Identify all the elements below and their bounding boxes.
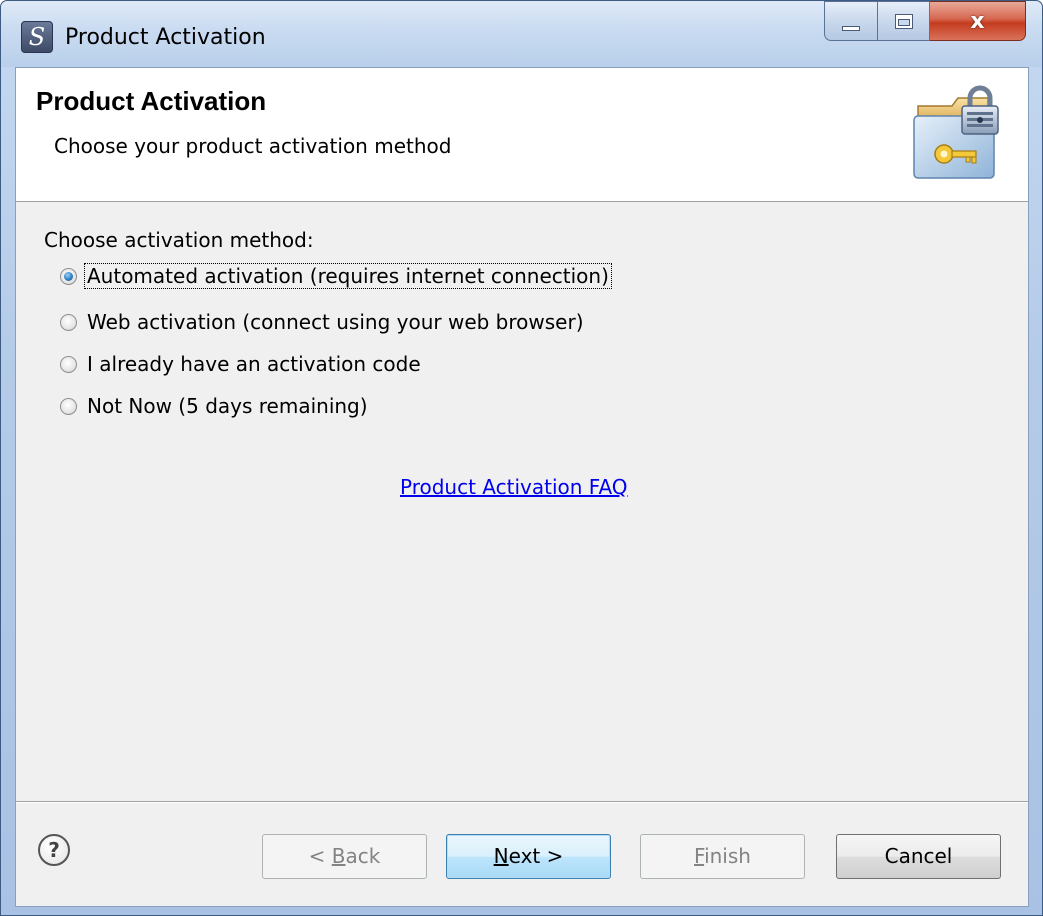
app-icon: S bbox=[21, 21, 53, 53]
locked-folder-key-icon bbox=[913, 85, 999, 179]
radio-label: Automated activation (requires internet … bbox=[84, 263, 612, 289]
dialog-client-area: Product Activation Choose your product a… bbox=[15, 67, 1029, 907]
page-title: Product Activation bbox=[36, 86, 267, 116]
back-label-rest: ack bbox=[345, 844, 381, 868]
radio-unselected-icon[interactable] bbox=[60, 397, 77, 415]
radio-label: Web activation (connect using your web b… bbox=[87, 310, 584, 334]
caption-buttons: x bbox=[824, 1, 1026, 43]
minimize-button[interactable] bbox=[824, 1, 878, 41]
radio-not-now[interactable]: Not Now (5 days remaining) bbox=[60, 394, 370, 418]
back-prefix: < bbox=[308, 844, 332, 868]
footer-separator bbox=[16, 801, 1028, 803]
next-label-rest: ext > bbox=[508, 844, 564, 868]
radio-label: I already have an activation code bbox=[87, 352, 421, 376]
maximize-icon bbox=[894, 13, 913, 29]
activation-method-label: Choose activation method: bbox=[44, 228, 314, 252]
radio-label: Not Now (5 days remaining) bbox=[87, 394, 368, 418]
minimize-icon bbox=[842, 25, 860, 31]
radio-unselected-icon[interactable] bbox=[60, 355, 77, 373]
finish-mnemonic: F bbox=[694, 844, 705, 868]
maximize-button[interactable] bbox=[878, 1, 930, 41]
radio-have-activation-code[interactable]: I already have an activation code bbox=[60, 352, 423, 376]
close-button[interactable]: x bbox=[930, 1, 1026, 41]
wizard-banner: Product Activation Choose your product a… bbox=[16, 68, 1028, 202]
cancel-button[interactable]: Cancel bbox=[836, 834, 1001, 879]
finish-label-rest: inish bbox=[704, 844, 751, 868]
next-mnemonic: N bbox=[493, 844, 509, 868]
radio-automated-activation[interactable]: Automated activation (requires internet … bbox=[60, 263, 612, 289]
help-icon[interactable]: ? bbox=[38, 834, 70, 866]
next-button[interactable]: Next > bbox=[446, 834, 611, 879]
radio-unselected-icon[interactable] bbox=[60, 313, 77, 331]
back-button[interactable]: < Back bbox=[262, 834, 427, 879]
radio-selected-icon[interactable] bbox=[60, 267, 77, 285]
product-activation-faq-link[interactable]: Product Activation FAQ bbox=[400, 475, 628, 499]
finish-button[interactable]: Finish bbox=[640, 834, 805, 879]
page-subtitle: Choose your product activation method bbox=[54, 134, 452, 158]
back-mnemonic: B bbox=[331, 844, 346, 868]
close-icon: x bbox=[970, 8, 985, 34]
window-title: Product Activation bbox=[65, 25, 266, 50]
product-activation-window: S Product Activation x Product Activatio… bbox=[0, 0, 1043, 916]
radio-web-activation[interactable]: Web activation (connect using your web b… bbox=[60, 310, 586, 334]
title-bar[interactable]: S Product Activation x bbox=[1, 1, 1042, 67]
